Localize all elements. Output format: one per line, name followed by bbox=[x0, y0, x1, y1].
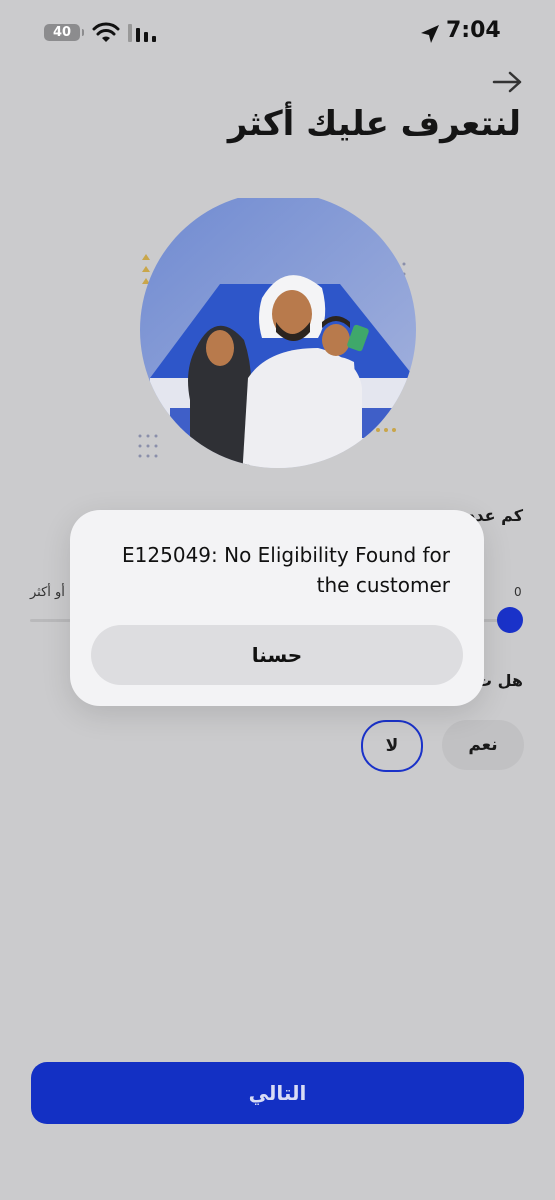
slider-thumb[interactable] bbox=[497, 607, 523, 633]
wifi-icon bbox=[92, 22, 120, 42]
alert-message: E125049: No Eligibility Found for the cu… bbox=[122, 543, 450, 597]
alert-ok-button[interactable]: حسنا bbox=[91, 625, 463, 685]
battery-indicator: 40 bbox=[44, 24, 84, 41]
alert-dialog: E125049: No Eligibility Found for the cu… bbox=[70, 510, 484, 706]
signal-icon bbox=[128, 24, 156, 42]
slider-max-label: أو أكثر bbox=[30, 585, 65, 600]
option-yes-button[interactable]: نعم bbox=[442, 720, 524, 770]
screen: 40 7:04 لنتعرف عليك أكثر كم عدد أو أكثر … bbox=[0, 0, 555, 1200]
slider-min-label: 0 bbox=[514, 585, 522, 599]
next-button[interactable]: التالي bbox=[31, 1062, 524, 1124]
option-no-button[interactable]: لا bbox=[361, 720, 423, 772]
status-bar: 40 7:04 bbox=[0, 0, 555, 70]
location-arrow-icon bbox=[421, 25, 439, 43]
back-arrow-icon[interactable] bbox=[492, 70, 524, 94]
page-title: لنتعرف عليك أكثر bbox=[227, 104, 521, 144]
family-illustration bbox=[138, 198, 416, 468]
clock: 7:04 bbox=[446, 18, 501, 43]
